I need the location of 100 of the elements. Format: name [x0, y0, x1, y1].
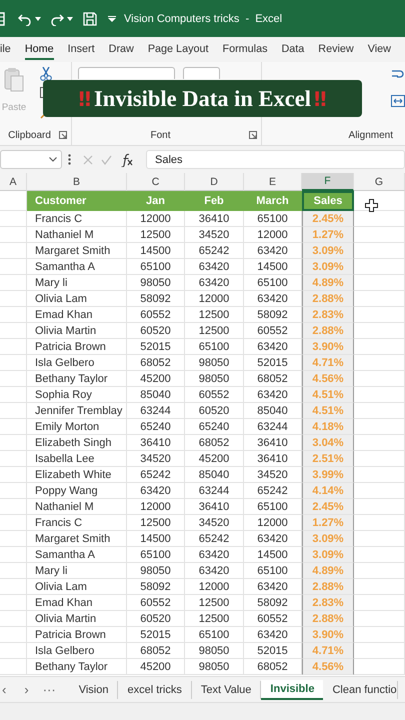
- sheet-nav-button[interactable]: ›: [24, 682, 29, 697]
- empty-cell: [0, 371, 27, 387]
- scissors-icon: [40, 67, 52, 81]
- ribbon-tab[interactable]: Draw: [108, 40, 134, 60]
- table-cell: 60520: [127, 323, 185, 339]
- ribbon-tab[interactable]: Data: [281, 40, 304, 60]
- empty-cell: [0, 643, 27, 659]
- table-cell: 60520: [127, 611, 185, 627]
- table-cell: 98050: [127, 563, 185, 579]
- table-cell: 63244: [185, 483, 244, 499]
- table-cell: 2.45%: [302, 211, 354, 227]
- table-cell: 4.56%: [302, 659, 354, 675]
- column-header[interactable]: A: [0, 173, 27, 191]
- sheet-tab[interactable]: Clean functio: [323, 680, 398, 698]
- empty-cell: [0, 355, 27, 371]
- customize-icon[interactable]: [108, 16, 116, 22]
- table-cell: 63420: [185, 563, 244, 579]
- empty-cell: [0, 307, 27, 323]
- ribbon-tab[interactable]: Page Layout: [148, 40, 208, 60]
- table-cell: 3.04%: [302, 435, 354, 451]
- sheet-tab[interactable]: Invisible: [261, 680, 324, 700]
- table-cell: 60552: [127, 595, 185, 611]
- table-cell: 60520: [185, 403, 244, 419]
- table-cell: 4.71%: [302, 355, 354, 371]
- table-cell: Olivia Martin: [27, 323, 127, 339]
- table-cell: Mary li: [27, 563, 127, 579]
- table-cell: 52015: [127, 627, 185, 643]
- empty-cell: [0, 579, 27, 595]
- ribbon-tab[interactable]: View: [368, 40, 391, 60]
- table-cell: 65100: [127, 259, 185, 275]
- table-cell: 2.45%: [302, 499, 354, 515]
- table-cell: 1.27%: [302, 227, 354, 243]
- table-cell: 45200: [127, 659, 185, 675]
- table-cell: 65240: [127, 419, 185, 435]
- table-cell: Samantha A: [27, 547, 127, 563]
- check-icon: [101, 154, 112, 164]
- caret-icon: [49, 157, 57, 162]
- empty-cell: [0, 339, 27, 355]
- table-cell: 12000: [127, 211, 185, 227]
- table-cell: 98050: [185, 659, 244, 675]
- table-cell: 12500: [185, 595, 244, 611]
- ribbon-tab[interactable]: Formulas: [222, 40, 268, 60]
- table-cell: 3.09%: [302, 547, 354, 563]
- table-cell: 65100: [127, 547, 185, 563]
- table-cell: 3.09%: [302, 259, 354, 275]
- table-cell: 58092: [127, 291, 185, 307]
- empty-cell: [0, 531, 27, 547]
- table-cell: 36410: [185, 211, 244, 227]
- window-title: Vision Computers tricks - Excel: [124, 12, 282, 24]
- table-cell: 2.88%: [302, 611, 354, 627]
- table-cell: Emily Morton: [27, 419, 127, 435]
- empty-cell: [0, 291, 27, 307]
- column-header[interactable]: F: [302, 173, 354, 191]
- save-icon[interactable]: [83, 12, 97, 26]
- table-cell: 14500: [127, 531, 185, 547]
- ribbon-tab[interactable]: Review: [318, 40, 354, 60]
- table-cell: 4.51%: [302, 403, 354, 419]
- empty-cell: [0, 243, 27, 259]
- table-cell: 12000: [185, 579, 244, 595]
- table-cell: Olivia Martin: [27, 611, 127, 627]
- empty-cell: [0, 419, 27, 435]
- sheet-nav-button[interactable]: ···: [42, 682, 56, 697]
- redo-icon[interactable]: [50, 12, 64, 26]
- empty-cell: [0, 547, 27, 563]
- sheet-nav-button[interactable]: ‹: [2, 682, 6, 697]
- ribbon-tab[interactable]: Insert: [68, 40, 95, 60]
- ribbon-tab[interactable]: Home: [24, 40, 54, 60]
- table-cell: 3.09%: [302, 531, 354, 547]
- formula-field[interactable]: Sales: [146, 150, 405, 169]
- table-cell: Margaret Smith: [27, 243, 127, 259]
- table-cell: 68052: [185, 435, 244, 451]
- table-cell: 36410: [127, 435, 185, 451]
- ribbon-tab[interactable]: ile: [0, 40, 11, 60]
- column-header[interactable]: G: [354, 173, 405, 191]
- table-cell: Elizabeth White: [27, 467, 127, 483]
- sheet-tab[interactable]: excel tricks: [118, 680, 192, 698]
- table-cell: 4.89%: [302, 275, 354, 291]
- font-size-field[interactable]: [183, 67, 220, 79]
- table-cell: 63420: [185, 547, 244, 563]
- font-name-field[interactable]: [78, 67, 175, 79]
- table-cell: 4.51%: [302, 387, 354, 403]
- table-cell: Poppy Wang: [27, 483, 127, 499]
- table-cell: 12500: [127, 515, 185, 531]
- table-cell: Samantha A: [27, 259, 127, 275]
- launcher-icon: [59, 131, 67, 139]
- empty-cell: [0, 323, 27, 339]
- table-cell: Francis C: [27, 515, 127, 531]
- table-cell: Francis C: [27, 211, 127, 227]
- caret-icon: [35, 16, 41, 20]
- table-cell: 36410: [185, 499, 244, 515]
- table-cell: 65100: [185, 627, 244, 643]
- group-label: Font: [149, 130, 172, 140]
- table-cell: 63420: [185, 259, 244, 275]
- table-cell: 34520: [185, 227, 244, 243]
- table-cell: 2.51%: [302, 451, 354, 467]
- undo-icon[interactable]: [18, 12, 32, 26]
- empty-cell: [0, 483, 27, 499]
- sheet-tab[interactable]: Vision: [70, 680, 118, 698]
- table-cell: 4.71%: [302, 643, 354, 659]
- table-cell: 98050: [185, 371, 244, 387]
